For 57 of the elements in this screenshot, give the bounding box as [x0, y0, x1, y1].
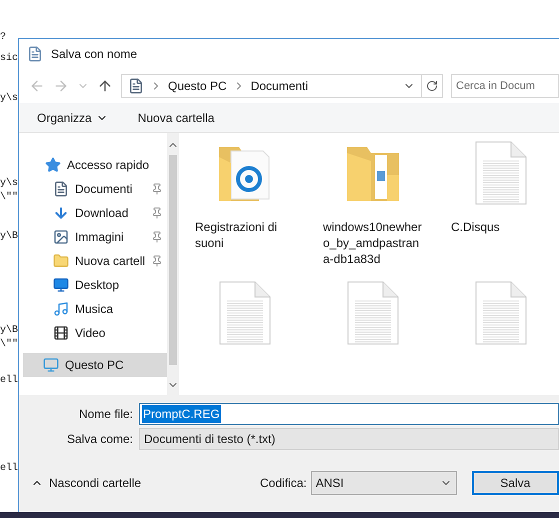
sidebar-item[interactable]: Nuova cartell: [23, 249, 168, 273]
search-field[interactable]: Cerca in Docum: [451, 74, 559, 98]
sidebar-item[interactable]: Desktop: [23, 273, 168, 297]
editor-text: y\s: [0, 178, 18, 190]
text-file-icon: [219, 281, 271, 345]
editor-text: sic: [0, 53, 18, 65]
file-item[interactable]: Registrazioni di suoni: [187, 141, 303, 267]
editor-text: ell: [0, 463, 18, 475]
sidebar-item[interactable]: Musica: [23, 297, 168, 321]
download-icon: [53, 205, 69, 221]
computer-icon: [43, 357, 59, 373]
music-icon: [53, 301, 69, 317]
window-title: Salva con nome: [51, 46, 138, 63]
editor-text: y\s: [0, 93, 18, 105]
hide-folders-button[interactable]: Nascondi cartelle: [19, 474, 260, 492]
refresh-icon[interactable]: [426, 80, 438, 92]
star-icon: [45, 157, 61, 173]
editor-text: y\B: [0, 325, 18, 337]
text-file-icon: [347, 281, 399, 345]
sidebar-item[interactable]: Immagini: [23, 225, 168, 249]
filename-field[interactable]: PromptC.REG: [139, 403, 559, 425]
film-icon: [53, 325, 69, 341]
field-label: Codifica:: [260, 475, 308, 492]
file-item[interactable]: windows10newhero_by_amdpastrana-db1a83d: [315, 141, 431, 267]
editor-text: ?: [0, 32, 8, 44]
editor-text: y\B: [0, 231, 18, 243]
sidebar-item[interactable]: Video: [23, 321, 168, 345]
field-label: Salva come:: [66, 431, 134, 448]
encoding-dropdown[interactable]: ANSI: [310, 471, 457, 495]
file-item[interactable]: C.Disqus: [443, 141, 559, 267]
document-icon: [128, 78, 144, 94]
sidebar-item[interactable]: Download: [23, 201, 168, 225]
breadcrumb-item[interactable]: Questo PC: [168, 77, 227, 95]
sidebar-item[interactable]: Accesso rapido: [23, 153, 168, 177]
desktop-icon: [53, 277, 69, 293]
folder-icon: [53, 253, 69, 269]
organize-button[interactable]: Organizza: [37, 108, 108, 126]
sidebar-item[interactable]: Questo PC: [23, 353, 168, 377]
editor-text: \"": [0, 192, 18, 204]
document-icon: [53, 181, 69, 197]
editor-text: \"": [0, 339, 18, 351]
editor-text: ell: [0, 375, 18, 387]
field-label: Nome file:: [78, 406, 134, 423]
breadcrumb-item[interactable]: Documenti: [250, 77, 308, 95]
image-icon: [53, 229, 69, 245]
address-bar[interactable]: Questo PC Documenti: [121, 74, 443, 98]
text-file-icon: [475, 141, 527, 205]
scrollbar[interactable]: [167, 133, 180, 395]
back-icon[interactable]: [29, 78, 45, 94]
up-icon[interactable]: [97, 78, 113, 94]
notepad-icon: [27, 46, 43, 62]
new-folder-button[interactable]: Nuova cartella: [138, 108, 214, 126]
text-file-icon: [475, 281, 527, 345]
save-button[interactable]: Salva: [472, 471, 559, 495]
file-type-dropdown[interactable]: Documenti di testo (*.txt): [139, 428, 559, 450]
forward-icon[interactable]: [53, 78, 69, 94]
sidebar-item[interactable]: Documenti: [23, 177, 168, 201]
